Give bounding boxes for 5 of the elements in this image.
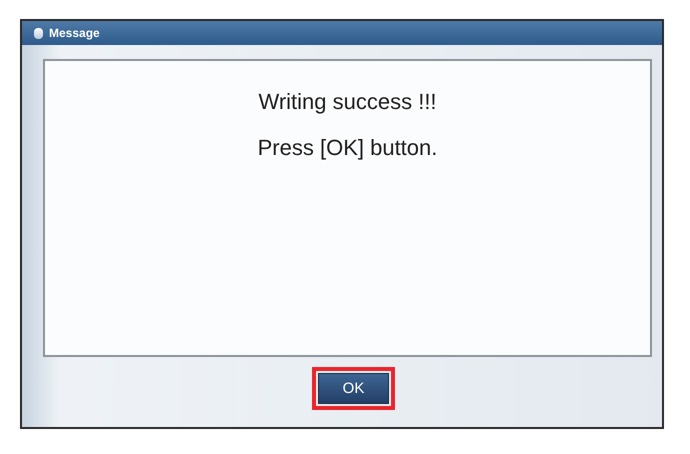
message-text: Press [OK] button.	[258, 135, 438, 161]
ok-button[interactable]: OK	[318, 372, 390, 404]
message-text: Writing success !!!	[258, 89, 437, 115]
window-icon	[34, 28, 43, 38]
window-title: Message	[49, 26, 100, 40]
